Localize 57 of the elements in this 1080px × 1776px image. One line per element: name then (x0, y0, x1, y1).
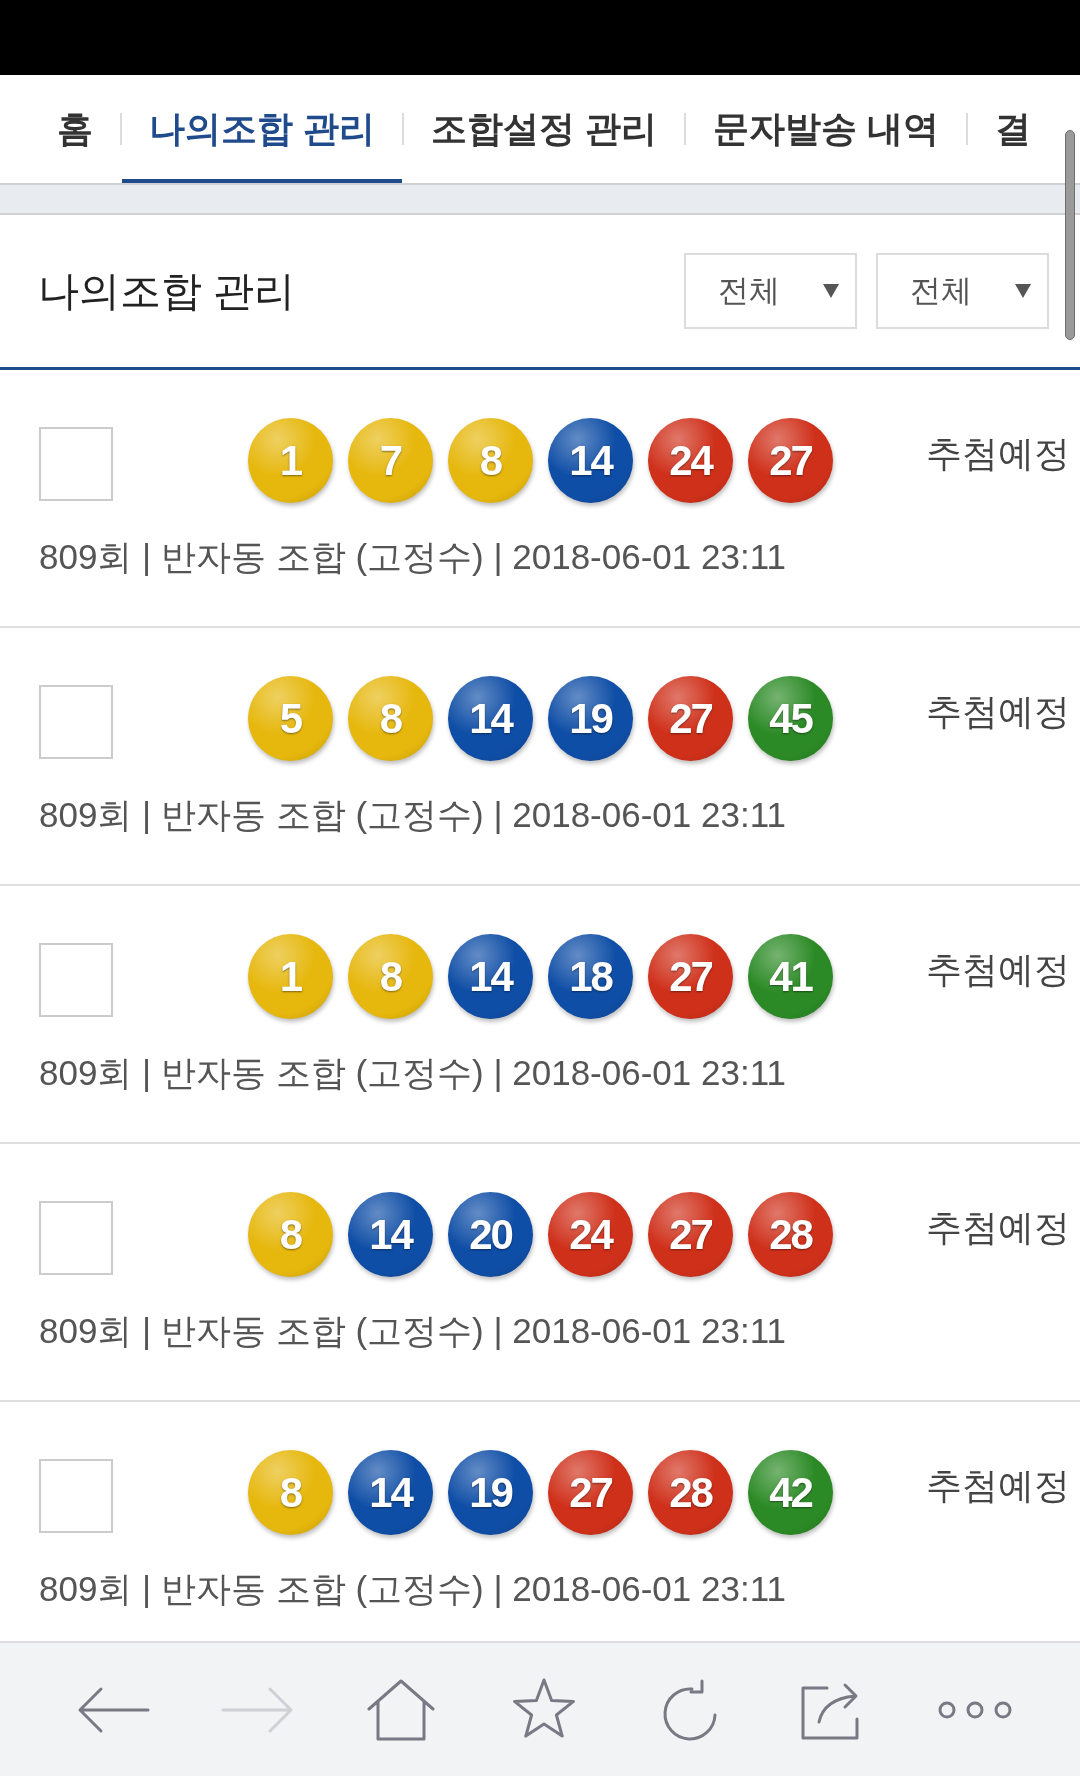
filter-dropdown[interactable]: 전체 (684, 253, 857, 329)
lottery-ball: 42 (748, 1450, 833, 1535)
combination-info: 809회 | 반자동 조합 (고정수) | 2018-06-01 23:11 (39, 1310, 787, 1352)
lottery-ball: 27 (648, 934, 733, 1019)
combination-info: 809회 | 반자동 조합 (고정수) | 2018-06-01 23:11 (39, 794, 787, 836)
checkbox[interactable] (39, 1201, 113, 1275)
home-icon[interactable] (366, 1678, 435, 1741)
checkbox[interactable] (39, 685, 113, 759)
draw-status: 추첨예정 (926, 1464, 1070, 1508)
lottery-ball: 18 (548, 934, 633, 1019)
lottery-ball: 24 (548, 1192, 633, 1277)
checkbox[interactable] (39, 1459, 113, 1533)
lottery-ball: 8 (448, 418, 533, 503)
lottery-ball: 19 (448, 1450, 533, 1535)
combination-info: 809회 | 반자동 조합 (고정수) | 2018-06-01 23:11 (39, 536, 787, 578)
lottery-ball: 27 (748, 418, 833, 503)
checkbox[interactable] (39, 943, 113, 1017)
lottery-ball: 1 (248, 934, 333, 1019)
lottery-ball: 1 (248, 418, 333, 503)
lottery-ball: 14 (448, 934, 533, 1019)
lottery-ball: 14 (348, 1450, 433, 1535)
lottery-ball: 8 (348, 676, 433, 761)
lottery-ball: 27 (648, 676, 733, 761)
lottery-ball: 14 (448, 676, 533, 761)
lottery-ball: 7 (348, 418, 433, 503)
nav-tab[interactable]: 결 (968, 75, 1059, 183)
combination-info: 809회 | 반자동 조합 (고정수) | 2018-06-01 23:11 (39, 1052, 787, 1094)
draw-status: 추첨예정 (926, 1206, 1070, 1250)
more-icon[interactable] (937, 1700, 1012, 1719)
lottery-ball: 24 (648, 418, 733, 503)
lottery-ball: 14 (548, 418, 633, 503)
filter-dropdown[interactable]: 전체 (876, 253, 1049, 329)
nav-tab[interactable]: 조합설정 관리 (404, 75, 685, 183)
lottery-ball: 19 (548, 676, 633, 761)
nav-tab[interactable]: 문자발송 내역 (686, 75, 967, 183)
lottery-ball: 8 (248, 1450, 333, 1535)
page-title: 나의조합 관리 (38, 266, 297, 316)
lottery-ball: 5 (248, 676, 333, 761)
lottery-ball: 27 (548, 1450, 633, 1535)
lottery-ball: 8 (248, 1192, 333, 1277)
lottery-ball: 41 (748, 934, 833, 1019)
back-arrow-icon[interactable] (76, 1685, 151, 1734)
lottery-ball: 27 (648, 1192, 733, 1277)
draw-status: 추첨예정 (926, 690, 1070, 734)
caret-icon (823, 283, 839, 299)
caret-icon (1015, 283, 1031, 299)
combination-info: 809회 | 반자동 조합 (고정수) | 2018-06-01 23:11 (39, 1568, 787, 1610)
lottery-ball: 45 (748, 676, 833, 761)
lottery-ball: 14 (348, 1192, 433, 1277)
lottery-ball: 20 (448, 1192, 533, 1277)
lottery-ball: 28 (648, 1450, 733, 1535)
lottery-ball: 28 (748, 1192, 833, 1277)
draw-status: 추첨예정 (926, 948, 1070, 992)
checkbox[interactable] (39, 427, 113, 501)
draw-status: 추첨예정 (926, 432, 1070, 476)
lottery-ball: 8 (348, 934, 433, 1019)
nav-tab[interactable]: 홈 (30, 75, 120, 183)
